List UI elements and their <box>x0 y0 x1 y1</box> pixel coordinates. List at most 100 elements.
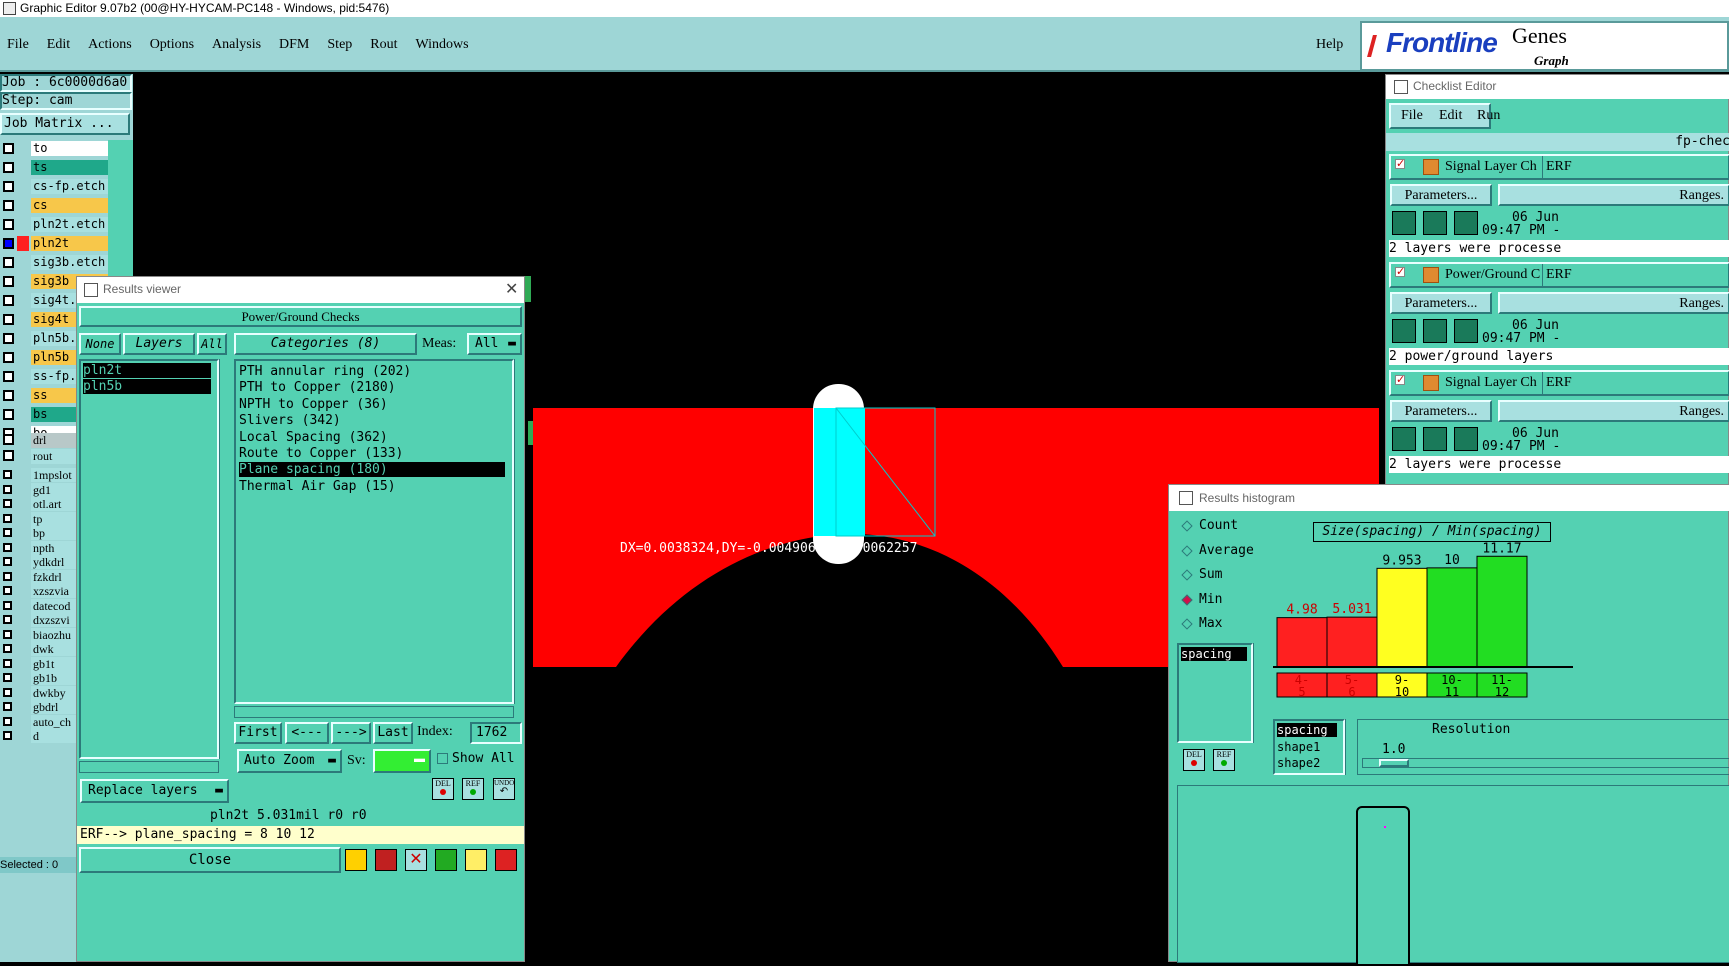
parameters-button[interactable]: Parameters... <box>1390 292 1492 314</box>
parameters-button[interactable]: Parameters... <box>1390 184 1492 206</box>
radio-icon[interactable] <box>1181 520 1193 532</box>
ranges-button[interactable]: Ranges. <box>1498 184 1729 206</box>
category-item[interactable]: Local Spacing (362) <box>239 430 505 445</box>
layer-checkbox[interactable] <box>3 557 12 566</box>
run-icon[interactable] <box>1423 211 1447 235</box>
layer-checkbox[interactable] <box>3 571 12 581</box>
check-erf[interactable]: ERF <box>1542 264 1572 286</box>
layer-checkbox[interactable] <box>3 702 12 711</box>
next-button[interactable]: ---> <box>331 722 371 744</box>
delete-icon[interactable]: ✕ <box>405 849 427 871</box>
menu-dfm[interactable]: DFM <box>279 37 309 52</box>
category-item[interactable]: PTH to Copper (2180) <box>239 380 505 395</box>
undo-icon[interactable]: UNDO ↶ <box>493 778 515 800</box>
layer-item[interactable]: pln2t <box>83 363 211 378</box>
layer-name[interactable]: cs <box>31 198 117 213</box>
category-vscroll[interactable] <box>514 359 524 704</box>
layer-checkbox[interactable] <box>3 499 12 508</box>
del-icon[interactable]: DEL <box>432 778 454 800</box>
all-layers-button[interactable]: All <box>197 333 227 355</box>
parameters-button[interactable]: Parameters... <box>1390 400 1492 422</box>
check-erf[interactable]: ERF <box>1542 372 1572 394</box>
hist-option-count[interactable]: Count <box>1179 517 1274 537</box>
menu-help[interactable]: Help <box>1316 37 1343 53</box>
hist-bar[interactable] <box>1376 567 1428 668</box>
meas-dropdown[interactable]: All ▬ <box>467 333 522 355</box>
layer-list-hscroll[interactable] <box>79 761 219 773</box>
radio-icon[interactable] <box>1181 569 1193 581</box>
hist-list-item[interactable]: spacing <box>1181 647 1247 661</box>
layer-checkbox[interactable] <box>3 409 14 420</box>
prev-button[interactable]: <--- <box>285 722 329 744</box>
attr-list-scroll[interactable] <box>1345 719 1355 775</box>
radio-icon[interactable] <box>1181 618 1193 630</box>
hist-bar[interactable] <box>1426 567 1478 668</box>
run-icon[interactable] <box>1454 427 1478 451</box>
check-erf[interactable]: ERF <box>1542 156 1572 178</box>
layer-select-list[interactable]: pln2t pln5b <box>79 359 219 759</box>
layer-name[interactable]: ts <box>31 160 117 175</box>
drill-layer-row[interactable]: rout <box>0 448 84 464</box>
layer-name[interactable]: to <box>31 141 117 156</box>
none-button[interactable]: None <box>79 333 121 355</box>
ref-icon[interactable]: REF <box>1213 749 1235 771</box>
layer-checkbox[interactable] <box>3 450 14 461</box>
first-button[interactable]: First <box>234 722 282 744</box>
close-button[interactable]: Close <box>79 847 341 873</box>
auto-zoom-dropdown[interactable]: Auto Zoom ▬ <box>237 749 342 773</box>
menu-analysis[interactable]: Analysis <box>212 37 261 52</box>
category-item[interactable]: PTH annular ring (202) <box>239 364 505 379</box>
check-enabled-icon[interactable]: ✓ <box>1395 267 1405 278</box>
run-icon[interactable] <box>1392 211 1416 235</box>
attr-list[interactable]: spacing shape1 shape2 <box>1273 719 1345 775</box>
close-icon[interactable]: ✕ <box>505 279 518 299</box>
show-all-checkbox[interactable] <box>437 753 448 764</box>
attr-item[interactable]: shape2 <box>1277 756 1320 770</box>
category-item[interactable]: Thermal Air Gap (15) <box>239 479 505 494</box>
run-icon[interactable] <box>1423 319 1447 343</box>
layer-list-scrollbar[interactable] <box>219 359 230 759</box>
category-hscroll[interactable] <box>234 706 514 718</box>
attr-item[interactable]: spacing <box>1277 723 1337 737</box>
exit-icon[interactable] <box>375 849 397 871</box>
run-icon[interactable] <box>1454 319 1478 343</box>
layer-checkbox[interactable] <box>3 352 14 363</box>
layer-name[interactable]: rout <box>31 449 80 464</box>
layer-checkbox[interactable] <box>3 586 12 595</box>
category-item[interactable]: Plane spacing (180) <box>239 462 505 478</box>
layer-checkbox[interactable] <box>3 314 14 325</box>
menu-options[interactable]: Options <box>150 37 194 52</box>
hist-option-max[interactable]: Max <box>1179 615 1274 635</box>
layer-checkbox[interactable] <box>3 200 14 211</box>
layer-checkbox[interactable] <box>3 257 14 268</box>
histogram-icon[interactable] <box>495 849 517 871</box>
hist-bar[interactable] <box>1326 616 1378 668</box>
layer-name[interactable]: sig3b.etch <box>31 255 117 270</box>
layer-checkbox[interactable] <box>3 390 14 401</box>
layer-checkbox[interactable] <box>3 673 12 682</box>
hist-option-sum[interactable]: Sum <box>1179 566 1274 586</box>
hist-bar[interactable] <box>1276 617 1328 668</box>
categories-button[interactable]: Categories (8) <box>234 333 417 355</box>
menu-rout[interactable]: Rout <box>370 37 397 52</box>
category-item[interactable]: NPTH to Copper (36) <box>239 397 505 412</box>
category-list[interactable]: PTH annular ring (202) PTH to Copper (218… <box>234 359 514 704</box>
hist-option-average[interactable]: Average <box>1179 542 1274 562</box>
layer-checkbox[interactable] <box>3 484 12 494</box>
check-header[interactable]: ✓ Signal Layer Ch ERF <box>1389 154 1729 180</box>
layer-name[interactable]: cs-fp.etch <box>31 179 117 194</box>
menu-windows[interactable]: Windows <box>416 37 469 52</box>
menu-step[interactable]: Step <box>327 37 352 52</box>
layer-checkbox[interactable] <box>3 371 14 382</box>
radio-icon[interactable] <box>1181 544 1193 557</box>
layer-checkbox[interactable] <box>3 276 14 287</box>
check-enabled-icon[interactable]: ✓ <box>1395 375 1405 386</box>
drill-layer-row[interactable]: drl <box>0 432 84 448</box>
number-icon[interactable] <box>435 849 457 871</box>
layer-checkbox[interactable] <box>3 644 12 653</box>
layer-name[interactable]: pln2t.etch <box>31 217 117 232</box>
hist-option-min[interactable]: Min <box>1179 591 1274 611</box>
radio-icon[interactable] <box>1181 593 1193 606</box>
layer-checkbox[interactable] <box>3 162 14 173</box>
report-icon[interactable] <box>465 849 487 871</box>
